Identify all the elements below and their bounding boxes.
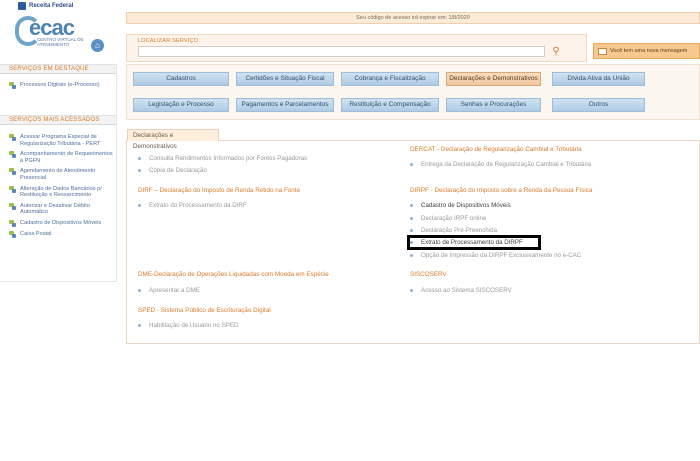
service-icon: [9, 82, 16, 89]
ecac-logo[interactable]: ecac CENTRO VIRTUAL DE ATENDIMENTO: [15, 15, 85, 49]
section-title-dercat: DERCAT - Declaração de Regularização Cam…: [410, 146, 582, 153]
sidebar-highlight-list: Processos Digitais (e-Processo): [0, 82, 116, 93]
service-icon: [9, 134, 16, 141]
sidebar-most-used-list: Acessar Programa Especial de Regularizaç…: [0, 134, 116, 242]
link-label: Consulta Rendimentos Informados por Font…: [149, 155, 308, 162]
category-outros[interactable]: Outros: [552, 98, 645, 112]
bullet-icon: [410, 163, 413, 166]
link-copia-declaracao[interactable]: Cópia de Declaração: [138, 167, 207, 174]
link-apresentar-dme[interactable]: Apresentar a DME: [138, 287, 200, 294]
sidebar-item-label: Caixa Postal: [20, 230, 52, 237]
section-title-sped: SPED - Sistema Público de Escrituração D…: [138, 307, 271, 314]
search-panel: LOCALIZAR SERVIÇO ⚲: [126, 34, 587, 62]
envelope-icon: [598, 47, 607, 55]
category-cobranca[interactable]: Cobrança e Fiscalização: [341, 72, 439, 86]
bullet-icon: [410, 204, 413, 207]
category-divida-ativa[interactable]: Dívida Ativa da União: [552, 72, 645, 86]
link-label: Cadastro de Dispositivos Móveis: [421, 202, 511, 209]
new-message-label: Você tem uma nova mensagem: [610, 48, 688, 54]
new-message-button[interactable]: Você tem uma nova mensagem: [593, 43, 700, 59]
section-title-dirf: DIRF – Declaração do Imposto de Renda Re…: [138, 187, 301, 194]
service-icon: [9, 151, 16, 159]
highlight-box: [407, 235, 541, 250]
bullet-icon: [138, 289, 141, 292]
link-label: Apresentar a DME: [149, 287, 200, 294]
sidebar-item-caixa-postal[interactable]: Caixa Postal: [0, 230, 116, 238]
link-extrato-dirf[interactable]: Extrato do Processamento da DIRF: [138, 202, 247, 209]
tab-declaracoes[interactable]: Declarações e Demonstrativos: [127, 129, 219, 150]
sidebar-highlight-title: SERVIÇOS EM DESTAQUE: [0, 64, 116, 74]
sidebar-item-agendamento[interactable]: Agendamento de Atendimento Presencial: [0, 168, 116, 181]
link-label: Declaração IRPF online: [421, 215, 487, 222]
link-consulta-rendimentos[interactable]: Consulta Rendimentos Informados por Font…: [138, 155, 307, 162]
bullet-icon: [138, 324, 141, 327]
sidebar-divider: [116, 64, 117, 282]
sidebar-most-used-title: SERVIÇOS MAIS ACESSADOS: [0, 115, 116, 125]
receita-federal-brand: Receita Federal: [29, 3, 74, 9]
category-declaracoes[interactable]: Declarações e Demonstrativos: [446, 72, 541, 86]
bullet-icon: [410, 254, 413, 257]
service-icon: [9, 219, 16, 227]
service-icon: [9, 230, 16, 238]
link-label: Declaração Pré-Preenchida: [421, 227, 498, 234]
link-label: Extrato do Processamento da DIRF: [149, 202, 247, 209]
service-icon: [9, 185, 16, 193]
ecac-logo-subtitle: CENTRO VIRTUAL DE ATENDIMENTO: [37, 37, 84, 47]
category-legislacao[interactable]: Legislação e Processo: [133, 98, 229, 112]
link-entrega-dercat[interactable]: Entrega da Declaração de Regularização C…: [410, 161, 591, 168]
link-label: Acesso ao Sistema SISCOSERV: [421, 287, 512, 294]
bullet-icon: [410, 229, 413, 232]
link-acesso-siscoserv[interactable]: Acesso ao Sistema SISCOSERV: [410, 287, 512, 294]
link-irpf-online[interactable]: Declaração IRPF online: [410, 215, 486, 222]
bullet-icon: [138, 157, 141, 160]
receita-federal-emblem-icon: [18, 2, 26, 10]
category-cadastros[interactable]: Cadastros: [133, 72, 229, 86]
bullet-icon: [138, 204, 141, 207]
link-habilitacao-sped[interactable]: Habilitação de Usuário no SPED: [138, 322, 238, 329]
receita-federal-logo: Receita Federal: [18, 1, 108, 11]
sidebar-item-label: Cadastro de Dispositivos Móveis: [20, 219, 102, 226]
sidebar-item-label: Processos Digitais (e-Processo): [20, 82, 100, 88]
session-expiry-notice: Seu código de acesso irá expirar em: 1/8…: [126, 12, 700, 24]
bullet-icon: [138, 169, 141, 172]
sidebar-item-label: Alteração de Dados Bancários p/ Restitui…: [20, 185, 102, 199]
sidebar-bottom-divider: [0, 281, 117, 282]
category-senhas[interactable]: Senhas e Procurações: [446, 98, 541, 112]
sidebar-item-e-processo[interactable]: Processos Digitais (e-Processo): [0, 82, 116, 89]
link-label: Entrega da Declaração de Regularização C…: [421, 161, 592, 168]
sidebar-item-label: Agendamento de Atendimento Presencial: [20, 168, 96, 181]
search-input[interactable]: [138, 46, 545, 57]
link-cadastro-dispositivos[interactable]: Cadastro de Dispositivos Móveis: [410, 202, 511, 209]
bullet-icon: [410, 289, 413, 292]
service-icon: [9, 202, 16, 210]
link-opcao-impressao[interactable]: Opção de Impressão da DIRPF Exclusivamen…: [410, 252, 581, 259]
category-certidoes[interactable]: Certidões e Situação Fiscal: [236, 72, 334, 86]
link-label: Cópia de Declaração: [149, 167, 207, 174]
sidebar-item-label: Acompanhamento de Requerimentos à PGFN: [20, 151, 113, 164]
link-label: Opção de Impressão da DIRPF Exclusivamen…: [421, 252, 582, 259]
section-title-siscoserv: SISCOSERV: [410, 271, 447, 278]
category-restituicao[interactable]: Restituição e Compensação: [341, 98, 439, 112]
service-icon: [9, 168, 16, 176]
search-label: LOCALIZAR SERVIÇO: [138, 38, 199, 44]
category-pagamentos[interactable]: Pagamentos e Parcelamentos: [236, 98, 334, 112]
section-title-dirpf: DIRPF - Declaração do Imposto sobre a Re…: [410, 187, 593, 194]
link-label: Habilitação de Usuário no SPED: [149, 322, 239, 329]
sidebar-item-pert[interactable]: Acessar Programa Especial de Regularizaç…: [0, 134, 116, 147]
sidebar-item-label: Acessar Programa Especial de Regularizaç…: [20, 134, 101, 147]
sidebar-item-dados-bancarios[interactable]: Alteração de Dados Bancários p/ Restitui…: [0, 185, 116, 199]
sidebar-item-label: Autorizar e Desativar Débito Automático: [20, 202, 90, 216]
sidebar-item-pgfn[interactable]: Acompanhamento de Requerimentos à PGFN: [0, 151, 116, 164]
sidebar-item-debito-automatico[interactable]: Autorizar e Desativar Débito Automático: [0, 202, 116, 216]
bullet-icon: [410, 217, 413, 220]
sidebar-item-dispositivos-moveis[interactable]: Cadastro de Dispositivos Móveis: [0, 219, 116, 227]
home-icon[interactable]: ⌂: [91, 39, 104, 52]
search-icon[interactable]: ⚲: [550, 46, 562, 58]
section-title-dme: DME-Declaração de Operações Liquidadas c…: [138, 271, 329, 278]
link-pre-preenchida[interactable]: Declaração Pré-Preenchida: [410, 227, 497, 234]
